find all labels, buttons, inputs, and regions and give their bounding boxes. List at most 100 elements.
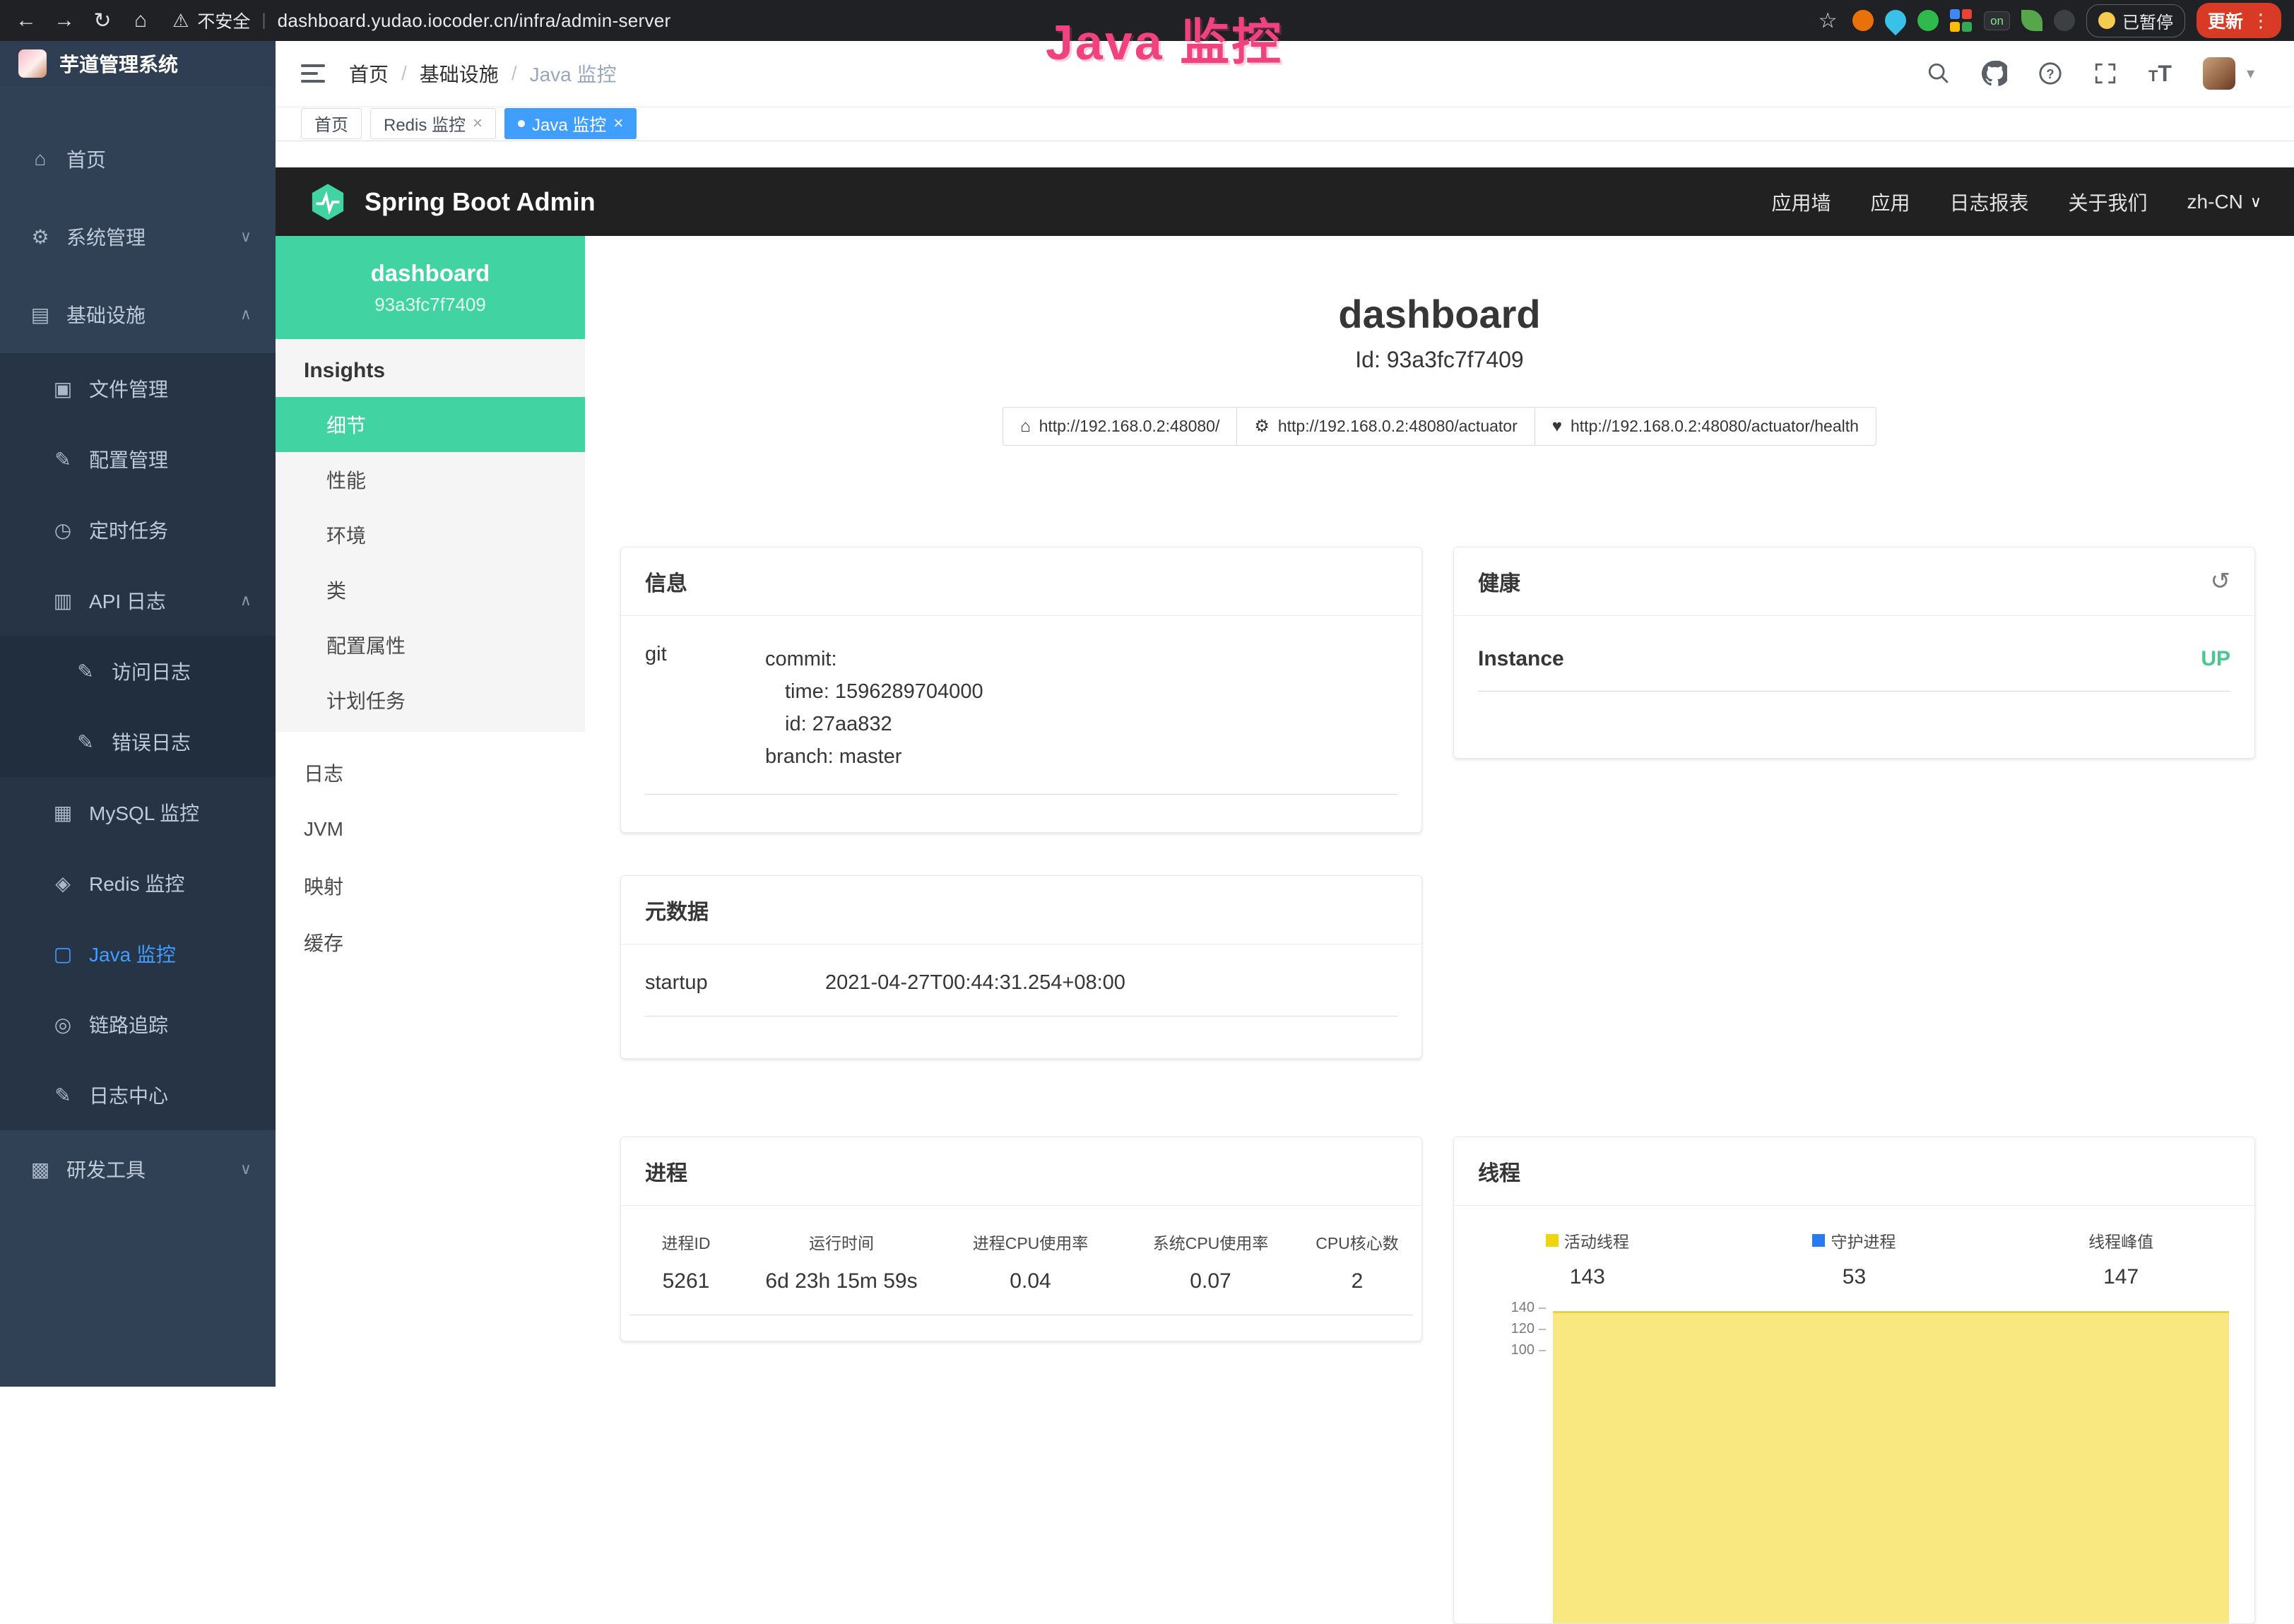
sba-nav: 应用墙 应用 日志报表 关于我们 zh-CN ∨ <box>1771 188 2262 216</box>
svg-text:?: ? <box>2046 66 2054 81</box>
app-logo-row[interactable]: 芋道管理系统 <box>0 41 276 86</box>
trace-icon: ◎ <box>51 1013 75 1036</box>
sidebar-item-error-log[interactable]: ✎ 错误日志 <box>0 706 276 777</box>
sidebar-item-redis-monitor[interactable]: ◈ Redis 监控 <box>0 848 276 918</box>
extension-on-badge[interactable]: on <box>1984 11 2010 30</box>
instance-actuator-link[interactable]: ⚙ http://192.168.0.2:48080/actuator <box>1236 407 1535 446</box>
sba-nav-applications[interactable]: 应用 <box>1871 188 1910 216</box>
sidebar-item-file-manage[interactable]: ▣ 文件管理 <box>0 353 276 424</box>
breadcrumb-home[interactable]: 首页 <box>349 59 389 88</box>
git-time-line: time: 1596289704000 <box>765 675 1397 708</box>
sba-nav-wallboard[interactable]: 应用墙 <box>1771 188 1831 216</box>
sidebar-item-config-manage[interactable]: ✎ 配置管理 <box>0 424 276 494</box>
process-val-proc-cpu: 0.04 <box>940 1269 1121 1293</box>
paused-label: 已暂停 <box>2122 8 2173 33</box>
profile-paused-badge[interactable]: 已暂停 <box>2086 4 2185 37</box>
sba-brand[interactable]: Spring Boot Admin <box>308 182 596 222</box>
sba-item-details[interactable]: 细节 <box>276 397 585 452</box>
instance-home-link[interactable]: ⌂ http://192.168.0.2:48080/ <box>1003 407 1237 446</box>
url-text[interactable]: dashboard.yudao.iocoder.cn/infra/admin-s… <box>278 10 671 32</box>
sidebar-item-mysql-monitor[interactable]: ▦ MySQL 监控 <box>0 777 276 848</box>
tab-label: Redis 监控 <box>384 111 466 136</box>
metadata-row-startup: startup 2021-04-27T00:44:31.254+08:00 <box>645 971 1397 1017</box>
hamburger-icon[interactable] <box>301 64 325 83</box>
avatar-caret-icon[interactable]: ▾ <box>2247 64 2254 83</box>
font-size-icon[interactable]: TT <box>2148 61 2172 87</box>
search-icon[interactable] <box>1927 61 1951 85</box>
forward-icon[interactable]: → <box>51 8 78 32</box>
sba-item-caches[interactable]: 缓存 <box>276 914 585 971</box>
sidebar-item-infra[interactable]: ▤ 基础设施 ∧ <box>0 275 276 353</box>
instance-health-link[interactable]: ♥ http://192.168.0.2:48080/actuator/heal… <box>1535 407 1876 446</box>
sba-app-name: dashboard <box>371 260 490 287</box>
legend-peak-threads: 线程峰值 147 <box>1987 1228 2254 1289</box>
app-logo-image <box>18 49 47 78</box>
live-threads-area <box>1553 1311 2229 1624</box>
tab-close-icon[interactable]: × <box>613 114 623 134</box>
sba-item-jvm[interactable]: JVM <box>276 801 585 858</box>
sidebar-item-trace[interactable]: ◎ 链路追踪 <box>0 989 276 1060</box>
sidebar-item-api-log[interactable]: ▥ API 日志 ∧ <box>0 565 276 636</box>
sidebar-item-access-log[interactable]: ✎ 访问日志 <box>0 636 276 706</box>
history-icon[interactable]: ↺ <box>2211 567 2231 595</box>
sba-item-environment[interactable]: 环境 <box>276 507 585 562</box>
sba-nav-about[interactable]: 关于我们 <box>2069 188 2148 216</box>
browser-home-icon[interactable]: ⌂ <box>127 8 154 32</box>
sba-page-title: dashboard <box>585 291 2294 337</box>
browser-menu-icon[interactable]: ⋮ <box>2252 10 2270 32</box>
git-id-line: id: 27aa832 <box>765 708 1397 740</box>
github-icon[interactable] <box>1982 61 2007 86</box>
tags-view-bar: 首页 Redis 监控 × Java 监控 × <box>276 106 2294 141</box>
sidebar-item-home[interactable]: ⌂ 首页 <box>0 120 276 198</box>
tab-home[interactable]: 首页 <box>301 108 362 139</box>
process-col-proc-cpu: 进程CPU使用率 <box>940 1230 1121 1254</box>
security-warning-icon[interactable]: ⚠ <box>172 10 189 32</box>
sidebar-item-log-center[interactable]: ✎ 日志中心 <box>0 1060 276 1130</box>
extension-paw-icon[interactable] <box>2054 10 2075 31</box>
sidebar-item-label: 首页 <box>66 145 106 173</box>
sba-item-metrics[interactable]: 性能 <box>276 452 585 507</box>
legend-blue-swatch <box>1812 1234 1825 1247</box>
user-avatar[interactable] <box>2203 57 2235 90</box>
sba-app-header[interactable]: dashboard 93a3fc7f7409 <box>276 236 585 339</box>
sidebar-item-scheduled-task[interactable]: ◷ 定时任务 <box>0 494 276 565</box>
tab-label: Java 监控 <box>532 111 606 136</box>
legend-value: 53 <box>1721 1265 1988 1289</box>
sidebar-item-java-monitor[interactable]: ▢ Java 监控 <box>0 918 276 989</box>
sba-item-logs[interactable]: 日志 <box>276 745 585 801</box>
tab-java-monitor[interactable]: Java 监控 × <box>504 108 637 139</box>
sidebar-item-devtools[interactable]: ▩ 研发工具 ∨ <box>0 1130 276 1208</box>
extension-orange-icon[interactable] <box>1852 10 1874 31</box>
process-col-uptime: 运行时间 <box>743 1230 940 1254</box>
reload-icon[interactable]: ↻ <box>89 8 116 33</box>
sidebar-item-system[interactable]: ⚙ 系统管理 ∨ <box>0 198 276 275</box>
sba-item-mappings[interactable]: 映射 <box>276 858 585 914</box>
sba-nav-journal[interactable]: 日志报表 <box>1950 188 2029 216</box>
breadcrumb-section[interactable]: 基础设施 <box>420 59 499 88</box>
tab-close-icon[interactable]: × <box>473 114 483 134</box>
sba-item-classes[interactable]: 类 <box>276 562 585 617</box>
error-log-icon: ✎ <box>73 730 97 754</box>
extension-grid-icon[interactable] <box>1950 9 1973 32</box>
threads-card-title: 线程 <box>1454 1137 2254 1206</box>
extension-green-icon[interactable] <box>1917 10 1939 31</box>
address-bar[interactable]: ⚠ 不安全 | dashboard.yudao.iocoder.cn/infra… <box>172 8 671 33</box>
sba-logo-icon <box>308 182 348 222</box>
back-icon[interactable]: ← <box>13 8 40 32</box>
infra-icon: ▤ <box>28 303 52 326</box>
sba-item-config-props[interactable]: 配置属性 <box>276 617 585 672</box>
sba-item-scheduled-tasks[interactable]: 计划任务 <box>276 672 585 728</box>
active-tab-dot <box>518 120 525 127</box>
legend-label: 活动线程 <box>1564 1228 1629 1252</box>
home-icon: ⌂ <box>28 148 52 170</box>
sba-locale-select[interactable]: zh-CN ∨ <box>2187 191 2262 213</box>
fullscreen-icon[interactable] <box>2093 61 2117 85</box>
tab-redis-monitor[interactable]: Redis 监控 × <box>370 108 496 139</box>
metadata-key: startup <box>645 971 825 995</box>
help-icon[interactable]: ? <box>2038 61 2062 85</box>
extension-leaf-icon[interactable] <box>2021 10 2042 31</box>
extension-drop-icon[interactable] <box>1881 6 1910 35</box>
chrome-update-button[interactable]: 更新 ⋮ <box>2197 3 2281 38</box>
bookmark-star-icon[interactable]: ☆ <box>1814 8 1841 33</box>
sidebar-item-label: 日志中心 <box>89 1081 168 1109</box>
